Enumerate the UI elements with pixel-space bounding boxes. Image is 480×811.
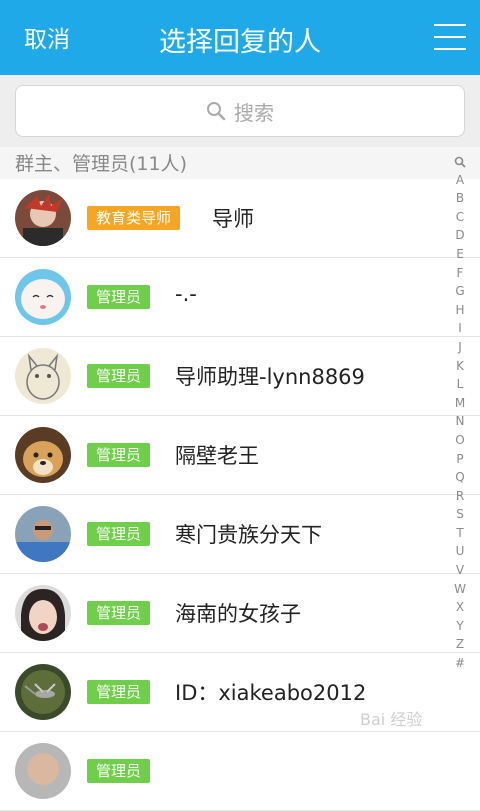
member-name: 海南的女孩子 xyxy=(175,602,301,626)
section-header: 群主、管理员(11人) xyxy=(0,147,480,179)
list-item[interactable]: 管理员 导师助理-lynn8869 xyxy=(0,337,480,416)
role-badge: 管理员 xyxy=(87,680,151,704)
list-item[interactable]: 管理员 ID：xiakeabo2012 xyxy=(0,653,480,732)
avatar xyxy=(15,269,71,325)
role-badge: 管理员 xyxy=(87,364,151,388)
index-letter[interactable]: L xyxy=(449,375,471,394)
role-badge: 管理员 xyxy=(87,759,151,783)
avatar xyxy=(15,664,71,720)
index-letter[interactable]: M xyxy=(449,394,471,413)
role-badge: 管理员 xyxy=(87,285,151,309)
search-area: 搜索 xyxy=(0,75,480,147)
index-letter[interactable]: P xyxy=(449,450,471,469)
index-letter[interactable]: D xyxy=(449,226,471,245)
index-letter[interactable]: Q xyxy=(449,468,471,487)
avatar xyxy=(15,427,71,483)
search-icon xyxy=(207,102,226,121)
index-letter[interactable]: E xyxy=(449,245,471,264)
member-name: 寒门贵族分天下 xyxy=(175,523,322,547)
index-letter[interactable]: Z xyxy=(449,635,471,654)
member-name: ID：xiakeabo2012 xyxy=(175,681,367,705)
index-letter[interactable]: K xyxy=(449,357,471,376)
index-letter[interactable]: W xyxy=(449,580,471,599)
index-letter[interactable]: U xyxy=(449,542,471,561)
index-letter[interactable]: J xyxy=(449,338,471,357)
member-name: 隔壁老王 xyxy=(175,444,259,468)
index-letter[interactable]: C xyxy=(449,208,471,227)
index-letter[interactable]: A xyxy=(449,171,471,190)
index-letter[interactable]: S xyxy=(449,505,471,524)
list-item[interactable]: 管理员 xyxy=(0,732,480,811)
role-badge: 管理员 xyxy=(87,522,151,546)
member-name: 导师 xyxy=(212,207,254,231)
role-badge: 管理员 xyxy=(87,443,151,467)
member-name: -.- xyxy=(175,282,197,306)
index-letter[interactable]: R xyxy=(449,487,471,506)
role-badge: 管理员 xyxy=(87,601,151,625)
list-item[interactable]: 教育类导师 导师 xyxy=(0,179,480,258)
list-item[interactable]: 管理员 海南的女孩子 xyxy=(0,574,480,653)
index-letter[interactable]: T xyxy=(449,524,471,543)
index-letter[interactable]: G xyxy=(449,282,471,301)
avatar xyxy=(15,190,71,246)
cancel-button[interactable]: 取消 xyxy=(24,20,70,54)
section-title: 群主、管理员(11人) xyxy=(15,153,188,175)
index-letter[interactable]: X xyxy=(449,598,471,617)
list-item[interactable]: 管理员 寒门贵族分天下 xyxy=(0,495,480,574)
index-letter[interactable]: H xyxy=(449,301,471,320)
member-name: 导师助理-lynn8869 xyxy=(175,365,365,389)
avatar xyxy=(15,506,71,562)
avatar xyxy=(15,743,71,799)
avatar xyxy=(15,348,71,404)
menu-icon[interactable] xyxy=(434,24,466,50)
alphabet-index[interactable]: A B C D E F G H I J K L M N O P Q R S T U V W X Y Z # xyxy=(449,152,471,692)
page-title: 选择回复的人 xyxy=(159,27,321,58)
index-letter[interactable]: B xyxy=(449,189,471,208)
index-letter[interactable]: V xyxy=(449,561,471,580)
avatar xyxy=(15,585,71,641)
index-letter[interactable]: F xyxy=(449,264,471,283)
index-letter[interactable]: O xyxy=(449,431,471,450)
index-letter[interactable]: # xyxy=(449,654,471,673)
role-badge: 教育类导师 xyxy=(87,206,181,230)
index-letter[interactable]: I xyxy=(449,319,471,338)
list-item[interactable]: 管理员 隔壁老王 xyxy=(0,416,480,495)
index-letter[interactable]: Y xyxy=(449,617,471,636)
search-input[interactable]: 搜索 xyxy=(15,85,465,137)
list-item[interactable]: 管理员 -.- xyxy=(0,258,480,337)
index-letter[interactable]: N xyxy=(449,412,471,431)
index-search-icon[interactable] xyxy=(449,152,471,171)
search-placeholder: 搜索 xyxy=(234,100,274,125)
top-bar: 取消 选择回复的人 xyxy=(0,0,480,75)
